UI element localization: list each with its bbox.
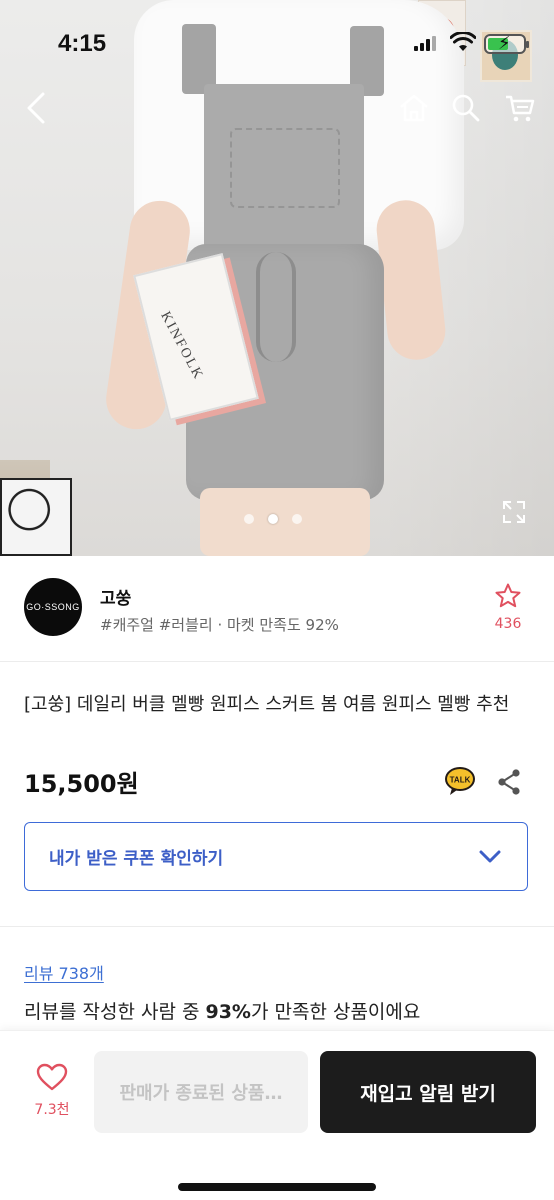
home-button[interactable] — [396, 88, 432, 128]
carousel-indicator — [244, 514, 302, 524]
expand-button[interactable] — [500, 498, 528, 526]
search-button[interactable] — [448, 88, 484, 128]
section-divider — [0, 926, 554, 927]
share-button[interactable] — [496, 768, 522, 796]
star-icon — [495, 583, 521, 608]
seller-logo[interactable]: GO·SSONG — [24, 578, 82, 636]
kakao-talk-icon: TALK — [445, 767, 475, 795]
product-price: 15,500원 — [24, 770, 139, 798]
status-time: 4:15 — [58, 30, 107, 57]
favorite-seller-button[interactable]: 436 — [486, 582, 530, 642]
review-count-link[interactable]: 리뷰 738개 — [24, 960, 104, 984]
restock-alert-button[interactable]: 재입고 알림 받기 — [320, 1051, 536, 1133]
magazine-title: KINFOLK — [157, 309, 206, 383]
chevron-left-icon — [27, 92, 45, 124]
like-button[interactable]: 7.3천 — [24, 1063, 80, 1123]
sale-ended-button: 판매가 종료된 상품… — [94, 1051, 308, 1133]
carousel-dot[interactable] — [292, 514, 302, 524]
kakao-talk-button[interactable]: TALK — [444, 766, 476, 796]
carousel-dot-active[interactable] — [268, 514, 278, 524]
seller-name[interactable]: 고쑹 — [100, 584, 131, 609]
carousel-dot[interactable] — [244, 514, 254, 524]
bib-pocket — [230, 128, 340, 208]
charging-icon: ⚡ — [498, 33, 511, 54]
bottom-action-bar: 7.3천 판매가 종료된 상품… 재입고 알림 받기 — [0, 1030, 554, 1200]
decor-print — [0, 478, 72, 556]
drawstring — [256, 252, 296, 362]
review-summary: 리뷰를 작성한 사람 중 93%가 만족한 상품이에요 — [24, 997, 420, 1024]
share-icon — [498, 769, 520, 795]
review-summary-prefix: 리뷰를 작성한 사람 중 — [24, 1001, 206, 1023]
like-count: 7.3천 — [34, 1102, 70, 1118]
product-title: [고쑹] 데일리 버클 멜빵 원피스 스커트 봄 여름 원피스 멜빵 추천 — [24, 694, 510, 715]
coupon-check-button[interactable]: 내가 받은 쿠폰 확인하기 — [24, 822, 528, 891]
coupon-label: 내가 받은 쿠폰 확인하기 — [49, 849, 224, 869]
cart-icon — [506, 95, 535, 122]
wifi-icon — [450, 32, 476, 51]
home-indicator — [178, 1183, 376, 1191]
svg-text:TALK: TALK — [450, 776, 471, 785]
seller-row[interactable]: GO·SSONG 고쑹 #캐주얼 #러블리 · 마켓 만족도 92% 436 — [0, 556, 554, 662]
expand-icon — [503, 501, 525, 523]
search-icon — [452, 94, 480, 122]
seller-tags: #캐주얼 #러블리 · 마켓 만족도 92% — [100, 616, 339, 634]
signal-icon — [414, 35, 438, 51]
favorite-count: 436 — [494, 616, 522, 632]
heart-icon — [36, 1063, 68, 1091]
back-button[interactable] — [18, 88, 54, 128]
chevron-down-icon — [479, 850, 501, 862]
cart-button[interactable] — [500, 88, 540, 128]
review-satisfaction-pct: 93% — [205, 1001, 251, 1023]
status-bar: 4:15 ⚡ — [0, 0, 554, 88]
review-summary-suffix: 가 만족한 상품이에요 — [250, 1001, 421, 1023]
home-icon — [400, 94, 428, 122]
